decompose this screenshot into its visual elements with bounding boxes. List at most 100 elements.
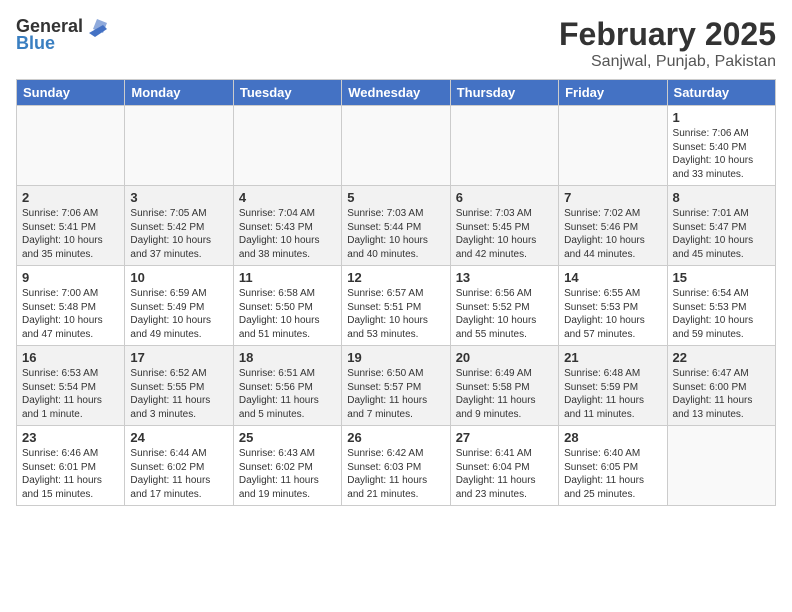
logo: General Blue [16,16,107,54]
calendar: SundayMondayTuesdayWednesdayThursdayFrid… [16,79,776,506]
logo-blue-text: Blue [16,33,55,54]
calendar-day-cell: 23 Sunrise: 6:46 AM Sunset: 6:01 PM Dayli… [17,426,125,506]
calendar-day-cell [125,106,233,186]
day-info: Sunrise: 7:06 AM Sunset: 5:40 PM Dayligh… [673,127,770,181]
calendar-week-row: 1 Sunrise: 7:06 AM Sunset: 5:40 PM Daylig… [17,106,776,186]
day-of-week-header: Thursday [450,80,558,106]
day-number: 18 [239,350,336,365]
calendar-day-cell: 17 Sunrise: 6:52 AM Sunset: 5:55 PM Dayli… [125,346,233,426]
calendar-day-cell [450,106,558,186]
calendar-day-cell: 6 Sunrise: 7:03 AM Sunset: 5:45 PM Daylig… [450,186,558,266]
day-of-week-header: Saturday [667,80,775,106]
calendar-day-cell: 13Sunrise: 6:56 AM Sunset: 5:52 PM Dayli… [450,266,558,346]
day-info: Sunrise: 6:41 AM Sunset: 6:04 PM Dayligh… [456,447,553,501]
day-info: Sunrise: 6:53 AM Sunset: 5:54 PM Dayligh… [22,367,119,421]
day-number: 6 [456,190,553,205]
day-info: Sunrise: 6:43 AM Sunset: 6:02 PM Dayligh… [239,447,336,501]
calendar-day-cell: 26 Sunrise: 6:42 AM Sunset: 6:03 PM Dayli… [342,426,450,506]
calendar-day-cell: 12 Sunrise: 6:57 AM Sunset: 5:51 PM Dayli… [342,266,450,346]
day-info: Sunrise: 6:48 AM Sunset: 5:59 PM Dayligh… [564,367,661,421]
calendar-header-row: SundayMondayTuesdayWednesdayThursdayFrid… [17,80,776,106]
day-info: Sunrise: 6:52 AM Sunset: 5:55 PM Dayligh… [130,367,227,421]
day-info: Sunrise: 7:04 AM Sunset: 5:43 PM Dayligh… [239,207,336,261]
calendar-day-cell: 8 Sunrise: 7:01 AM Sunset: 5:47 PM Daylig… [667,186,775,266]
day-number: 2 [22,190,119,205]
day-info: Sunrise: 6:46 AM Sunset: 6:01 PM Dayligh… [22,447,119,501]
calendar-day-cell: 24Sunrise: 6:44 AM Sunset: 6:02 PM Dayli… [125,426,233,506]
day-info: Sunrise: 6:59 AM Sunset: 5:49 PM Dayligh… [130,287,227,341]
day-info: Sunrise: 6:57 AM Sunset: 5:51 PM Dayligh… [347,287,444,341]
day-info: Sunrise: 7:03 AM Sunset: 5:44 PM Dayligh… [347,207,444,261]
day-number: 9 [22,270,119,285]
day-info: Sunrise: 7:03 AM Sunset: 5:45 PM Dayligh… [456,207,553,261]
day-info: Sunrise: 7:05 AM Sunset: 5:42 PM Dayligh… [130,207,227,261]
day-number: 15 [673,270,770,285]
day-number: 7 [564,190,661,205]
day-number: 27 [456,430,553,445]
calendar-day-cell: 10Sunrise: 6:59 AM Sunset: 5:49 PM Dayli… [125,266,233,346]
day-info: Sunrise: 6:54 AM Sunset: 5:53 PM Dayligh… [673,287,770,341]
calendar-week-row: 2Sunrise: 7:06 AM Sunset: 5:41 PM Daylig… [17,186,776,266]
day-number: 26 [347,430,444,445]
day-number: 25 [239,430,336,445]
calendar-day-cell: 9 Sunrise: 7:00 AM Sunset: 5:48 PM Daylig… [17,266,125,346]
calendar-day-cell: 1 Sunrise: 7:06 AM Sunset: 5:40 PM Daylig… [667,106,775,186]
day-number: 24 [130,430,227,445]
day-info: Sunrise: 6:51 AM Sunset: 5:56 PM Dayligh… [239,367,336,421]
calendar-day-cell [17,106,125,186]
calendar-day-cell [233,106,341,186]
day-info: Sunrise: 6:40 AM Sunset: 6:05 PM Dayligh… [564,447,661,501]
day-info: Sunrise: 6:55 AM Sunset: 5:53 PM Dayligh… [564,287,661,341]
calendar-day-cell [667,426,775,506]
calendar-week-row: 16 Sunrise: 6:53 AM Sunset: 5:54 PM Dayli… [17,346,776,426]
calendar-day-cell: 19 Sunrise: 6:50 AM Sunset: 5:57 PM Dayli… [342,346,450,426]
day-number: 5 [347,190,444,205]
calendar-day-cell: 22 Sunrise: 6:47 AM Sunset: 6:00 PM Dayli… [667,346,775,426]
calendar-day-cell: 5 Sunrise: 7:03 AM Sunset: 5:44 PM Daylig… [342,186,450,266]
calendar-day-cell: 15 Sunrise: 6:54 AM Sunset: 5:53 PM Dayli… [667,266,775,346]
calendar-day-cell: 25 Sunrise: 6:43 AM Sunset: 6:02 PM Dayli… [233,426,341,506]
day-number: 17 [130,350,227,365]
day-number: 12 [347,270,444,285]
day-info: Sunrise: 6:47 AM Sunset: 6:00 PM Dayligh… [673,367,770,421]
calendar-day-cell: 2Sunrise: 7:06 AM Sunset: 5:41 PM Daylig… [17,186,125,266]
calendar-day-cell: 28 Sunrise: 6:40 AM Sunset: 6:05 PM Dayli… [559,426,667,506]
day-of-week-header: Sunday [17,80,125,106]
day-number: 3 [130,190,227,205]
day-info: Sunrise: 7:00 AM Sunset: 5:48 PM Dayligh… [22,287,119,341]
day-number: 1 [673,110,770,125]
day-of-week-header: Monday [125,80,233,106]
logo-icon [85,15,107,37]
calendar-day-cell [342,106,450,186]
header: General Blue February 2025 Sanjwal, Punj… [16,16,776,71]
day-of-week-header: Tuesday [233,80,341,106]
calendar-day-cell: 7 Sunrise: 7:02 AM Sunset: 5:46 PM Daylig… [559,186,667,266]
calendar-week-row: 23 Sunrise: 6:46 AM Sunset: 6:01 PM Dayli… [17,426,776,506]
day-number: 4 [239,190,336,205]
location-title: Sanjwal, Punjab, Pakistan [559,53,776,71]
calendar-day-cell: 21 Sunrise: 6:48 AM Sunset: 5:59 PM Dayli… [559,346,667,426]
day-number: 14 [564,270,661,285]
calendar-day-cell [559,106,667,186]
day-number: 20 [456,350,553,365]
day-number: 19 [347,350,444,365]
day-info: Sunrise: 6:50 AM Sunset: 5:57 PM Dayligh… [347,367,444,421]
calendar-day-cell: 16 Sunrise: 6:53 AM Sunset: 5:54 PM Dayli… [17,346,125,426]
day-number: 23 [22,430,119,445]
day-of-week-header: Friday [559,80,667,106]
day-number: 8 [673,190,770,205]
calendar-day-cell: 18 Sunrise: 6:51 AM Sunset: 5:56 PM Dayli… [233,346,341,426]
day-number: 16 [22,350,119,365]
day-number: 22 [673,350,770,365]
calendar-day-cell: 3 Sunrise: 7:05 AM Sunset: 5:42 PM Daylig… [125,186,233,266]
day-number: 28 [564,430,661,445]
day-info: Sunrise: 6:56 AM Sunset: 5:52 PM Dayligh… [456,287,553,341]
day-of-week-header: Wednesday [342,80,450,106]
day-number: 21 [564,350,661,365]
day-info: Sunrise: 6:42 AM Sunset: 6:03 PM Dayligh… [347,447,444,501]
day-info: Sunrise: 7:01 AM Sunset: 5:47 PM Dayligh… [673,207,770,261]
day-info: Sunrise: 7:02 AM Sunset: 5:46 PM Dayligh… [564,207,661,261]
calendar-day-cell: 11Sunrise: 6:58 AM Sunset: 5:50 PM Dayli… [233,266,341,346]
title-area: February 2025 Sanjwal, Punjab, Pakistan [559,16,776,71]
day-number: 11 [239,270,336,285]
